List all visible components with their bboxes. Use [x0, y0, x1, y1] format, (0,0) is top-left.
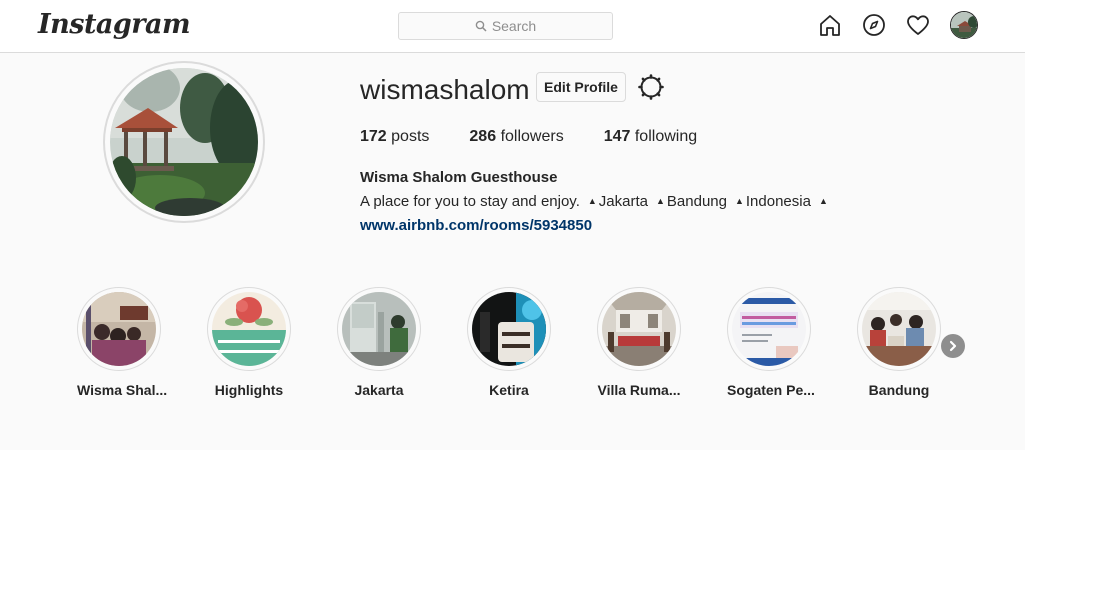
highlight-item[interactable]: Bandung	[857, 287, 941, 398]
highlight-ring	[857, 287, 941, 371]
profile-main-panel: wismashalom Edit Profile 172 posts 286 f…	[0, 53, 1025, 450]
instagram-logo[interactable]: Instagram	[38, 9, 191, 40]
highlight-ring	[597, 287, 681, 371]
following-label: following	[634, 128, 698, 145]
highlight-item[interactable]: Wisma Shal...	[77, 287, 168, 398]
highlight-item[interactable]: Villa Ruma...	[597, 287, 681, 398]
bio-tag: Jakarta	[598, 193, 648, 210]
search-input[interactable]: Search	[398, 12, 613, 40]
highlight-thumbnail	[342, 292, 416, 366]
highlight-ring	[467, 287, 551, 371]
profile-stats: 172 posts 286 followers 147 following	[360, 128, 737, 146]
highlight-item[interactable]: Ketira	[467, 287, 551, 398]
home-icon[interactable]	[818, 13, 842, 37]
bio-tag: Bandung	[666, 193, 727, 210]
edit-profile-button[interactable]: Edit Profile	[536, 72, 626, 102]
highlight-label: Bandung	[868, 382, 930, 398]
profile-photo-gazebo	[110, 68, 258, 216]
profile-full-name: Wisma Shalom Guesthouse	[360, 169, 558, 186]
posts-label: posts	[391, 128, 430, 145]
highlight-thumbnail	[732, 292, 806, 366]
chevron-right-icon[interactable]	[941, 334, 965, 358]
highlight-label: Villa Ruma...	[597, 382, 681, 398]
top-navigation-bar: Instagram Search	[0, 0, 1025, 53]
highlight-label: Jakarta	[354, 382, 404, 398]
highlight-ring	[77, 287, 161, 371]
story-highlights: Wisma Shal... Highlights Jakarta Ketira …	[77, 287, 967, 407]
explore-compass-icon[interactable]	[862, 13, 886, 37]
highlight-thumbnail	[862, 292, 936, 366]
highlight-thumbnail	[82, 292, 156, 366]
profile-picture[interactable]	[103, 61, 265, 223]
highlight-thumbnail	[602, 292, 676, 366]
profile-bio: A place for you to stay and enjoy. ▲ Jak…	[360, 193, 830, 210]
search-icon	[475, 20, 487, 32]
activity-heart-icon[interactable]	[906, 13, 930, 37]
followers-count: 286	[469, 128, 497, 145]
highlight-label: Sogaten Pe...	[727, 382, 815, 398]
followers-stat[interactable]: 286 followers	[469, 128, 563, 146]
following-count: 147	[603, 128, 631, 145]
highlight-item[interactable]: Highlights	[207, 287, 291, 398]
bio-text: A place for you to stay and enjoy.	[360, 193, 580, 210]
highlight-item[interactable]: Sogaten Pe...	[727, 287, 815, 398]
gear-icon[interactable]	[638, 74, 664, 100]
bio-tag: Indonesia	[745, 193, 811, 210]
highlight-ring	[207, 287, 291, 371]
posts-stat: 172 posts	[360, 128, 429, 146]
highlight-item[interactable]: Jakarta	[337, 287, 421, 398]
followers-label: followers	[500, 128, 564, 145]
triangle-icon: ▲	[818, 195, 828, 206]
profile-avatar-icon[interactable]	[950, 11, 978, 39]
highlight-ring	[337, 287, 421, 371]
highlight-thumbnail	[212, 292, 286, 366]
highlight-label: Wisma Shal...	[77, 382, 168, 398]
posts-count: 172	[360, 128, 387, 145]
profile-username: wismashalom	[360, 74, 530, 105]
search-placeholder: Search	[491, 18, 537, 34]
highlight-label: Highlights	[214, 382, 284, 398]
triangle-icon: ▲	[734, 195, 744, 206]
highlight-ring	[727, 287, 811, 371]
triangle-icon: ▲	[587, 195, 597, 206]
highlight-label: Ketira	[489, 382, 529, 398]
triangle-icon: ▲	[655, 195, 665, 206]
nav-icons	[818, 11, 978, 39]
profile-website-link[interactable]: www.airbnb.com/rooms/5934850	[360, 217, 592, 234]
highlight-thumbnail	[472, 292, 546, 366]
following-stat[interactable]: 147 following	[604, 128, 697, 146]
